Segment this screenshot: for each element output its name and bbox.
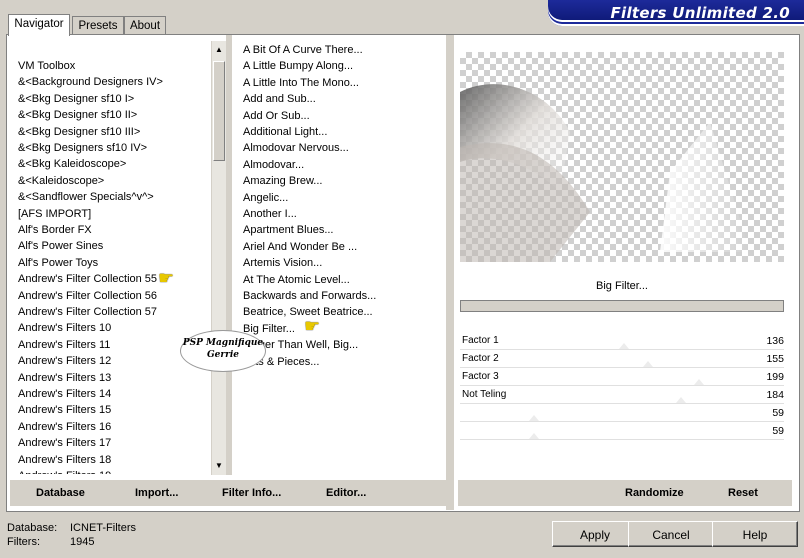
watermark-line: Gerrie <box>206 350 240 360</box>
filter-item[interactable]: Almodovar Nervous... <box>243 140 349 156</box>
category-item[interactable]: Andrew's Filters 17 <box>18 435 111 451</box>
category-item[interactable]: &<Sandflower Specials^v^> <box>18 189 154 205</box>
category-item[interactable]: &<Bkg Designers sf10 IV> <box>18 140 147 156</box>
factor-slider-marker[interactable] <box>619 343 629 349</box>
filter-item[interactable]: Backwards and Forwards... <box>243 288 376 304</box>
category-item[interactable]: &<Background Designers IV> <box>18 74 163 90</box>
factor-row[interactable]: 59 <box>460 422 784 440</box>
factor-value: 136 <box>766 335 784 347</box>
help-button[interactable]: Help <box>712 521 798 547</box>
reset-button[interactable]: Reset <box>728 487 758 499</box>
filter-item[interactable]: Angelic... <box>243 190 288 206</box>
watermark-line: PSP Magnifique <box>182 338 264 348</box>
tab-navigator[interactable]: Navigator <box>8 14 70 36</box>
category-item[interactable]: Andrew's Filter Collection 57 <box>18 304 157 320</box>
factor-row[interactable]: Factor 2 155 <box>460 350 784 368</box>
factor-value: 184 <box>766 389 784 401</box>
category-item[interactable]: Andrew's Filters 10 <box>18 320 111 336</box>
factor-value: 59 <box>772 407 784 419</box>
randomize-button[interactable]: Randomize <box>625 487 684 499</box>
filters-count: 1945 <box>70 536 95 548</box>
factor-slider-marker[interactable] <box>643 361 653 367</box>
category-scrollbar[interactable]: ▲ ▼ <box>211 41 226 475</box>
preview-graphic <box>460 84 750 262</box>
category-item[interactable]: &<Kaleidoscope> <box>18 173 104 189</box>
category-item[interactable]: Alf's Power Sines <box>18 238 103 254</box>
filter-item[interactable]: Add Or Sub... <box>243 108 310 124</box>
scroll-thumb[interactable] <box>213 61 225 161</box>
factor-slider-marker[interactable] <box>676 397 686 403</box>
category-item[interactable]: Andrew's Filters 19 <box>18 468 111 474</box>
editor-button[interactable]: Editor... <box>326 487 366 499</box>
tab-about[interactable]: About <box>124 16 166 35</box>
database-value: ICNET-Filters <box>70 522 136 534</box>
factor-row[interactable]: Factor 3 199 <box>460 368 784 386</box>
filter-info-button[interactable]: Filter Info... <box>222 487 281 499</box>
column-separator <box>226 35 232 475</box>
filter-item[interactable]: A Bit Of A Curve There... <box>243 42 363 58</box>
filter-list[interactable]: A Bit Of A Curve There... A Little Bumpy … <box>243 42 443 372</box>
category-item[interactable]: &<Bkg Designer sf10 II> <box>18 107 137 123</box>
factor-row[interactable]: Not Teling 184 <box>460 386 784 404</box>
factor-label: Not Teling <box>462 389 507 400</box>
selected-filter-name: Big Filter... <box>596 280 648 292</box>
factor-label: Factor 2 <box>462 353 499 364</box>
tab-presets[interactable]: Presets <box>72 16 124 35</box>
category-item[interactable]: VM Toolbox <box>18 58 75 74</box>
filter-item[interactable]: Artemis Vision... <box>243 255 322 271</box>
factor-slider-marker[interactable] <box>529 433 539 439</box>
factor-slider-marker[interactable] <box>529 415 539 421</box>
preview-image <box>460 52 784 262</box>
category-item[interactable]: Andrew's Filters 16 <box>18 419 111 435</box>
import-button[interactable]: Import... <box>135 487 178 499</box>
category-item[interactable]: Andrew's Filter Collection 56 <box>18 288 157 304</box>
filter-item[interactable]: A Little Bumpy Along... <box>243 58 353 74</box>
filter-item[interactable]: Add and Sub... <box>243 91 316 107</box>
filter-item[interactable]: A Little Into The Mono... <box>243 75 359 91</box>
scroll-down-icon[interactable]: ▼ <box>212 459 226 473</box>
factor-label: Factor 1 <box>462 335 499 346</box>
filter-item[interactable]: Ariel And Wonder Be ... <box>243 239 357 255</box>
apply-button[interactable]: Apply <box>552 521 638 547</box>
factor-value: 199 <box>766 371 784 383</box>
cancel-button[interactable]: Cancel <box>628 521 714 547</box>
category-list[interactable]: VM Toolbox &<Background Designers IV> &<Bk… <box>18 58 208 474</box>
filter-item[interactable]: At The Atomic Level... <box>243 272 350 288</box>
category-item[interactable]: Andrew's Filters 13 <box>18 370 111 386</box>
pointing-hand-icon: ☛ <box>304 316 321 336</box>
category-item[interactable]: Andrew's Filters 18 <box>18 452 111 468</box>
category-item[interactable]: Alf's Border FX <box>18 222 92 238</box>
watermark-stamp: PSP Magnifique Gerrie <box>180 330 266 372</box>
filter-item[interactable]: Amazing Brew... <box>243 173 322 189</box>
app-banner: Filters Unlimited 2.0 <box>548 0 804 26</box>
filter-item[interactable]: Additional Light... <box>243 124 327 140</box>
category-item[interactable]: [AFS IMPORT] <box>18 206 91 222</box>
filter-item[interactable]: Almodovar... <box>243 157 304 173</box>
category-item[interactable]: Andrew's Filters 15 <box>18 402 111 418</box>
filter-item[interactable]: Another I... <box>243 206 297 222</box>
factor-label: Factor 3 <box>462 371 499 382</box>
category-item[interactable]: &<Bkg Kaleidoscope> <box>18 156 126 172</box>
category-item[interactable]: Andrew's Filters 11 <box>18 337 110 353</box>
database-button[interactable]: Database <box>36 487 85 499</box>
filter-item[interactable]: Apartment Blues... <box>243 222 334 238</box>
factor-value: 155 <box>766 353 784 365</box>
app-title: Filters Unlimited 2.0 <box>610 4 790 22</box>
category-item[interactable]: Andrew's Filters 14 <box>18 386 111 402</box>
category-item[interactable]: &<Bkg Designer sf10 III> <box>18 124 140 140</box>
factor-value: 59 <box>772 425 784 437</box>
scroll-up-icon[interactable]: ▲ <box>212 43 226 57</box>
database-label: Database: <box>7 522 58 534</box>
progress-bar <box>460 300 784 312</box>
filters-label: Filters: <box>7 536 40 548</box>
category-item[interactable]: Alf's Power Toys <box>18 255 98 271</box>
category-item[interactable]: Andrew's Filters 12 <box>18 353 111 369</box>
category-item[interactable]: Andrew's Filter Collection 55 <box>18 271 157 287</box>
factor-row[interactable]: 59 <box>460 404 784 422</box>
category-item[interactable]: &<Bkg Designer sf10 I> <box>18 91 134 107</box>
column-separator <box>446 35 454 510</box>
factor-row[interactable]: Factor 1 136 <box>460 332 784 350</box>
factor-slider-marker[interactable] <box>694 379 704 385</box>
pointing-hand-icon: ☛ <box>158 268 175 288</box>
